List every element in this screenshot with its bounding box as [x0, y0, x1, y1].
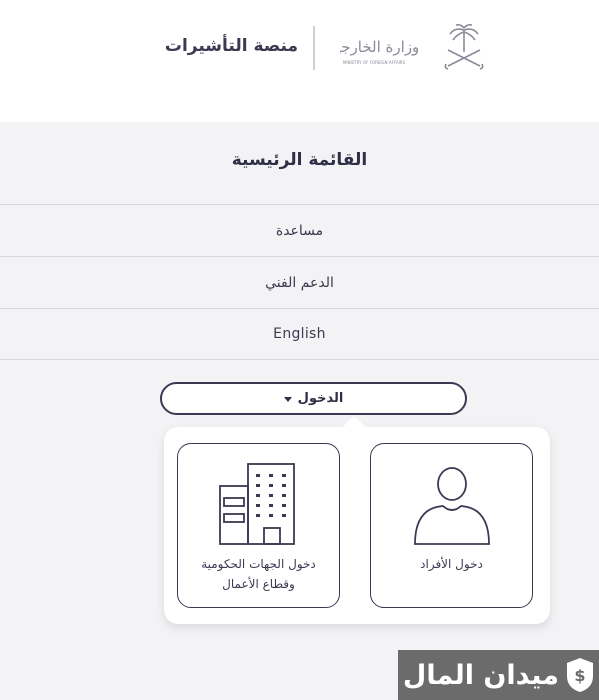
platform-name: منصة التأشيرات [164, 36, 298, 56]
header-divider [313, 26, 315, 70]
main-menu: مساعدة الدعم الفني English [0, 204, 599, 360]
individuals-login-card[interactable]: دخول الأفراد [370, 443, 533, 608]
login-button-label: الدخول [297, 391, 344, 406]
menu-item-technical-support[interactable]: الدعم الفني [0, 256, 599, 308]
building-icon [178, 458, 339, 548]
ministry-emblem-icon: وزارة الخارجية MINISTRY OF FOREIGN AFFAI… [329, 24, 484, 70]
person-icon [371, 458, 532, 548]
business-login-label-line2: وقطاع الأعمال [222, 577, 295, 591]
logo-text-ar: وزارة الخارجية [340, 38, 419, 56]
caret-down-icon [283, 397, 292, 402]
dropdown-pointer [342, 415, 366, 439]
menu-item-help[interactable]: مساعدة [0, 204, 599, 256]
svg-text:$: $ [574, 666, 585, 685]
business-login-card[interactable]: دخول الجهات الحكومية وقطاع الأعمال [177, 443, 340, 608]
business-login-label-line1: دخول الجهات الحكومية [201, 557, 316, 571]
business-login-label: دخول الجهات الحكومية وقطاع الأعمال [178, 554, 339, 594]
ministry-logo[interactable]: وزارة الخارجية MINISTRY OF FOREIGN AFFAI… [329, 22, 488, 74]
menu-item-english[interactable]: English [0, 308, 599, 360]
logo-text-en: MINISTRY OF FOREIGN AFFAIRS [343, 60, 406, 65]
watermark: ميدان المال $ [398, 650, 599, 700]
login-dropdown-button[interactable]: الدخول [160, 382, 467, 415]
main-menu-title: القائمة الرئيسية [231, 150, 368, 170]
individuals-login-label: دخول الأفراد [420, 557, 483, 571]
money-shield-icon: $ [567, 658, 593, 692]
login-options-panel: دخول الأفراد دخول الجهات الحكومية وقطاع … [164, 415, 550, 624]
watermark-text: ميدان المال [402, 659, 559, 691]
site-header: وزارة الخارجية MINISTRY OF FOREIGN AFFAI… [0, 0, 599, 122]
